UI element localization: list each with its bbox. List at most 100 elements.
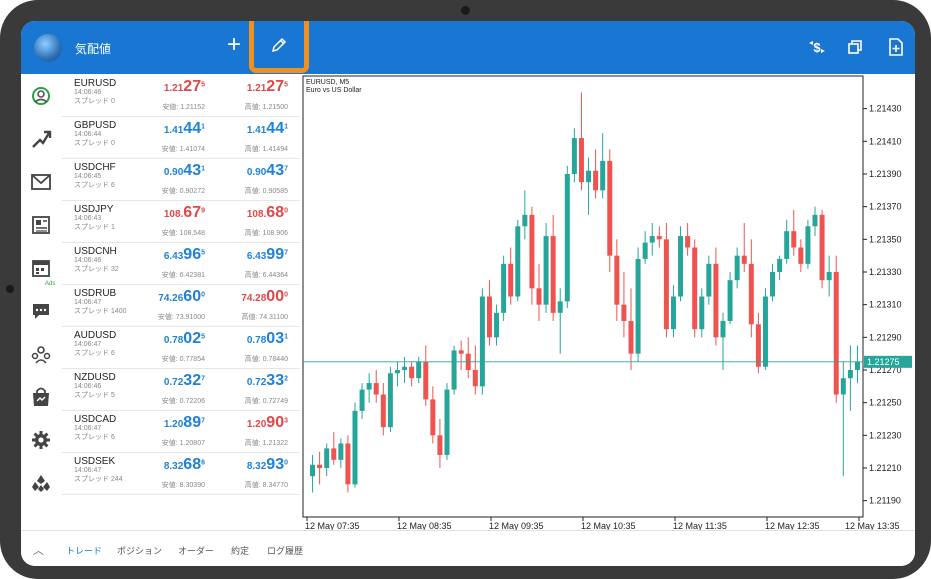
candle-body [458, 350, 464, 354]
ask-price[interactable]: 1.41441 [218, 120, 288, 138]
quote-row-usdcad[interactable]: USDCAD 14:06:47 スプレッド 6 1.20897 1.20903 … [62, 410, 300, 453]
candle-body [614, 255, 620, 305]
candle-body [713, 263, 719, 338]
quote-row-gbpusd[interactable]: GBPUSD 14:06:44 スプレッド 0 1.41441 1.41441 … [62, 116, 300, 159]
candle-body [663, 239, 669, 330]
candle-body [430, 399, 436, 436]
bid-price[interactable]: 8.32686 [135, 456, 205, 474]
candle-body [805, 226, 811, 264]
calendar-icon[interactable] [27, 254, 55, 282]
high-price: 高値: 1.21500 [244, 104, 288, 111]
candle-body [593, 170, 599, 191]
candle-body [515, 226, 521, 297]
quote-time: 14:06:47 [74, 341, 102, 348]
ask-price[interactable]: 0.78031 [218, 330, 288, 348]
tab-history[interactable]: ログ履歴 [267, 544, 303, 557]
bid-price[interactable]: 0.90431 [135, 162, 205, 180]
add-symbol-icon[interactable]: + [227, 31, 241, 59]
tab-positions[interactable]: ポジション [117, 544, 162, 557]
high-price: 高値: 74.31100 [241, 314, 288, 321]
low-price: 安値: 1.20807 [161, 440, 205, 447]
candle-body [635, 258, 641, 354]
y-tick-label: 1.21370 [869, 202, 902, 212]
candle-body [692, 247, 698, 330]
candle-body [550, 236, 556, 313]
symbol-name: AUDUSD [74, 330, 117, 341]
low-price: 安値: 6.42381 [161, 272, 205, 279]
candle-body [451, 350, 457, 390]
ask-price[interactable]: 1.21275 [218, 78, 288, 96]
candle-body [798, 247, 804, 264]
chart-icon[interactable] [27, 125, 55, 153]
quote-row-usdchf[interactable]: USDCHF 14:06:45 スプレッド 6 0.90431 0.90437 … [62, 158, 300, 201]
tab-deals[interactable]: 約定 [231, 544, 249, 557]
candle-body [479, 296, 485, 387]
side-button [6, 285, 14, 293]
community-icon[interactable] [27, 340, 55, 368]
price-chart[interactable]: 1.21430 1.21410 1.21390 1.21370 1.21350 1.213… [301, 74, 915, 531]
tab-orders[interactable]: オーダー [178, 544, 214, 557]
ask-price[interactable]: 1.20903 [218, 414, 288, 432]
ask-price[interactable]: 108.680 [218, 204, 288, 222]
low-price: 安値: 0.90272 [161, 188, 205, 195]
quote-row-usdrub[interactable]: USDRUB 14:06:47 スプレッド 1400 74.26600 74.2… [62, 284, 300, 327]
candle-body [734, 255, 740, 281]
settings-icon[interactable] [27, 426, 55, 454]
bid-price[interactable]: 1.20897 [135, 414, 205, 432]
bid-price[interactable]: 74.26600 [135, 288, 205, 306]
mail-icon[interactable] [27, 168, 55, 196]
currency-exchange-icon[interactable]: $ [806, 36, 828, 58]
ask-price[interactable]: 0.90437 [218, 162, 288, 180]
expand-chevron-icon[interactable]: ︿ [33, 542, 44, 558]
chat-icon[interactable] [27, 297, 55, 325]
add-document-icon[interactable] [885, 36, 907, 58]
bid-price[interactable]: 0.72327 [135, 372, 205, 390]
candle-body [557, 301, 563, 313]
highlight-frame [249, 21, 309, 73]
y-tick-label: 1.21230 [869, 430, 902, 440]
svg-text:$: $ [813, 40, 821, 55]
news-icon[interactable] [27, 211, 55, 239]
quote-row-audusd[interactable]: AUDUSD 14:06:47 スプレッド 6 0.78025 0.78031 … [62, 326, 300, 369]
quote-row-nzdusd[interactable]: NZDUSD 14:06:46 スプレッド 5 0.72327 0.72332 … [62, 368, 300, 411]
quote-row-eurusd[interactable]: EURUSD 14:06:46 スプレッド 0 1.21275 1.21275 … [62, 74, 300, 117]
bid-price[interactable]: 108.679 [135, 204, 205, 222]
candle-body [317, 464, 323, 468]
y-tick-label: 1.21350 [869, 234, 902, 244]
quote-time: 14:06:43 [74, 215, 102, 222]
candle-body [706, 263, 712, 297]
ask-price[interactable]: 0.72332 [218, 372, 288, 390]
x-tick-label: 12 May 11:35 [673, 521, 727, 530]
quote-spread: スプレッド 0 [74, 98, 115, 105]
quote-spread: スプレッド 32 [74, 266, 119, 273]
bid-price[interactable]: 6.43965 [135, 246, 205, 264]
quote-time: 14:06:46 [74, 257, 102, 264]
tablet-frame: 気配値 + $ Ads EURUSD 14:06:46 スプレッド 0 1.21… [0, 0, 931, 579]
bid-price[interactable]: 0.78025 [135, 330, 205, 348]
quote-row-usdcnh[interactable]: USDCNH 14:06:46 スプレッド 32 6.43965 6.43997… [62, 242, 300, 285]
ask-price[interactable]: 6.43997 [218, 246, 288, 264]
copy-windows-icon[interactable] [844, 36, 866, 58]
tab-trade[interactable]: トレード [66, 544, 102, 557]
quote-spread: スプレッド 244 [74, 476, 123, 483]
low-price: 安値: 1.41074 [161, 146, 205, 153]
high-price: 高値: 6.44364 [244, 272, 288, 279]
bid-price[interactable]: 1.21275 [135, 78, 205, 96]
store-icon[interactable] [27, 383, 55, 411]
ask-price[interactable]: 8.32930 [218, 456, 288, 474]
quotes-icon[interactable] [27, 82, 55, 110]
symbol-name: EURUSD [74, 78, 117, 89]
traders-icon[interactable] [27, 469, 55, 497]
candle-body [352, 410, 358, 485]
quote-time: 14:06:47 [74, 425, 102, 432]
quote-row-usdsek[interactable]: USDSEK 14:06:47 スプレッド 244 8.32686 8.3293… [62, 452, 300, 495]
bid-price[interactable]: 1.41441 [135, 120, 205, 138]
quote-row-usdjpy[interactable]: USDJPY 14:06:43 スプレッド 1 108.679 108.680 … [62, 200, 300, 243]
high-price: 高値: 1.41494 [244, 146, 288, 153]
high-price: 高値: 8.34770 [244, 482, 288, 489]
app-logo-icon[interactable] [34, 34, 62, 62]
candle-body [847, 370, 853, 379]
candlestick-chart[interactable]: 1.21430 1.21410 1.21390 1.21370 1.21350 1.213… [301, 74, 915, 531]
ask-price[interactable]: 74.28000 [218, 288, 288, 306]
candle-body [310, 464, 316, 477]
